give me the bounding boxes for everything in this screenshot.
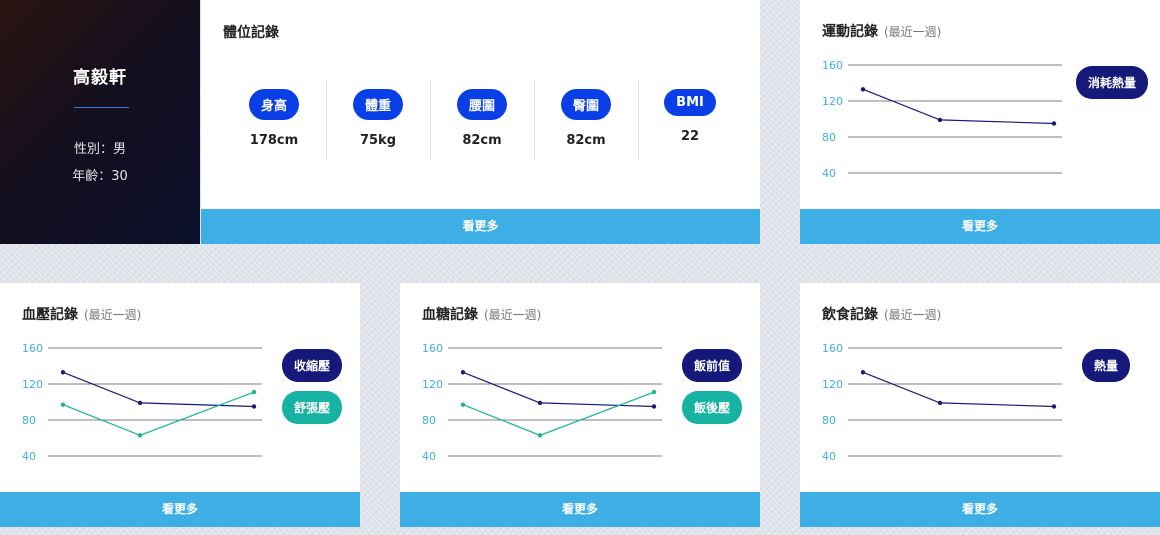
legend-before-meal: 飯前值 xyxy=(682,349,743,382)
series-line xyxy=(62,391,255,436)
diet-title-text: 飲食記錄 xyxy=(822,307,878,323)
metric-bmi-value: 22 xyxy=(680,129,700,144)
blood-pressure-more-button[interactable]: 看更多 xyxy=(0,492,360,527)
y-tick-label: 40 xyxy=(822,450,836,463)
legend-systolic: 收縮壓 xyxy=(282,349,343,382)
data-point xyxy=(60,370,66,375)
y-tick-label: 80 xyxy=(822,131,836,144)
exercise-card: 運動記錄 (最近一週) 40 80 120 160 消耗熱量 看更多 xyxy=(800,0,1160,244)
data-point xyxy=(937,400,943,406)
metric-waist-value: 82cm xyxy=(462,133,502,148)
metric-waist: 腰圍 82cm xyxy=(430,80,534,160)
series-line xyxy=(862,88,1055,125)
data-point xyxy=(860,87,866,92)
data-point xyxy=(137,400,143,406)
data-point xyxy=(860,370,866,375)
body-record-title: 體位記錄 xyxy=(223,22,279,42)
data-point xyxy=(651,404,657,409)
legend-after-meal: 飯後壓 xyxy=(682,391,743,424)
y-tick-label: 40 xyxy=(22,450,36,463)
data-point xyxy=(251,404,257,409)
y-tick-label: 40 xyxy=(822,167,836,180)
blood-pressure-card: 血壓記錄 (最近一週) 40 80 120 160 收縮壓 舒張壓 看更多 xyxy=(0,283,360,527)
data-point xyxy=(651,389,657,395)
series-line xyxy=(62,371,255,408)
exercise-subtitle: (最近一週) xyxy=(884,25,942,39)
metric-bmi: BMI 22 xyxy=(638,80,742,160)
y-tick-label: 160 xyxy=(422,342,443,355)
legend-diastolic: 舒張壓 xyxy=(282,391,343,424)
metric-weight-label: 體重 xyxy=(352,89,403,120)
y-tick-label: 120 xyxy=(22,378,43,391)
diet-subtitle: (最近一週) xyxy=(884,308,942,322)
y-tick-label: 40 xyxy=(422,450,436,463)
body-record-more-button[interactable]: 看更多 xyxy=(201,209,760,244)
blood-sugar-subtitle: (最近一週) xyxy=(484,308,542,322)
y-tick-label: 80 xyxy=(822,414,836,427)
data-point xyxy=(537,400,543,406)
data-point xyxy=(1051,121,1057,126)
diet-more-button[interactable]: 看更多 xyxy=(800,492,1160,527)
y-tick-label: 120 xyxy=(822,378,843,391)
series-line xyxy=(862,371,1055,408)
blood-sugar-title: 血糖記錄 (最近一週) xyxy=(422,304,541,324)
y-tick-label: 160 xyxy=(22,342,43,355)
profile-divider xyxy=(74,107,129,108)
blood-pressure-subtitle: (最近一週) xyxy=(84,308,142,322)
data-point xyxy=(251,389,257,395)
blood-sugar-card: 血糖記錄 (最近一週) 40 80 120 160 飯前值 飯後壓 看更多 xyxy=(400,283,760,527)
metric-waist-label: 腰圍 xyxy=(456,89,507,120)
metric-hip: 臀圍 82cm xyxy=(534,80,638,160)
data-point xyxy=(460,402,466,407)
y-tick-label: 80 xyxy=(422,414,436,427)
data-point xyxy=(1051,404,1057,409)
data-point xyxy=(460,370,466,375)
diet-card: 飲食記錄 (最近一週) 40 80 120 160 熱量 看更多 xyxy=(800,283,1160,527)
blood-pressure-title-text: 血壓記錄 xyxy=(22,307,78,323)
y-tick-label: 160 xyxy=(822,59,843,72)
body-record-card: 體位記錄 身高 178cm 體重 75kg 腰圍 82cm 臀圍 82cm BM… xyxy=(201,0,760,244)
data-point xyxy=(60,402,66,407)
blood-sugar-more-button[interactable]: 看更多 xyxy=(400,492,760,527)
y-tick-label: 80 xyxy=(22,414,36,427)
metric-weight: 體重 75kg xyxy=(326,80,430,160)
metric-weight-value: 75kg xyxy=(359,133,397,148)
metric-height: 身高 178cm xyxy=(222,80,326,160)
body-record-title-text: 體位記錄 xyxy=(223,25,279,41)
y-tick-label: 160 xyxy=(822,342,843,355)
data-point xyxy=(137,433,143,438)
profile-panel: 高毅軒 性別：男 年齡：30 xyxy=(0,0,200,244)
y-tick-label: 120 xyxy=(422,378,443,391)
legend-calories-burned: 消耗熱量 xyxy=(1076,66,1149,99)
user-age: 年齡：30 xyxy=(72,169,128,184)
series-line xyxy=(462,391,655,436)
metric-bmi-label: BMI xyxy=(664,89,716,116)
legend-calories: 熱量 xyxy=(1082,349,1131,382)
exercise-title-text: 運動記錄 xyxy=(822,24,878,40)
user-name: 高毅軒 xyxy=(73,68,127,88)
exercise-more-button[interactable]: 看更多 xyxy=(800,209,1160,244)
blood-sugar-title-text: 血糖記錄 xyxy=(422,307,478,323)
metric-height-value: 178cm xyxy=(249,133,299,148)
user-gender: 性別：男 xyxy=(73,142,126,157)
data-point xyxy=(537,433,543,438)
metric-hip-label: 臀圍 xyxy=(560,89,611,120)
blood-pressure-title: 血壓記錄 (最近一週) xyxy=(22,304,141,324)
series-line xyxy=(462,371,655,408)
exercise-title: 運動記錄 (最近一週) xyxy=(822,21,941,41)
metric-height-label: 身高 xyxy=(248,89,299,120)
body-metrics: 身高 178cm 體重 75kg 腰圍 82cm 臀圍 82cm BMI 22 xyxy=(222,80,742,160)
y-tick-label: 120 xyxy=(822,95,843,108)
diet-title: 飲食記錄 (最近一週) xyxy=(822,304,941,324)
metric-hip-value: 82cm xyxy=(566,133,606,148)
data-point xyxy=(937,117,943,123)
